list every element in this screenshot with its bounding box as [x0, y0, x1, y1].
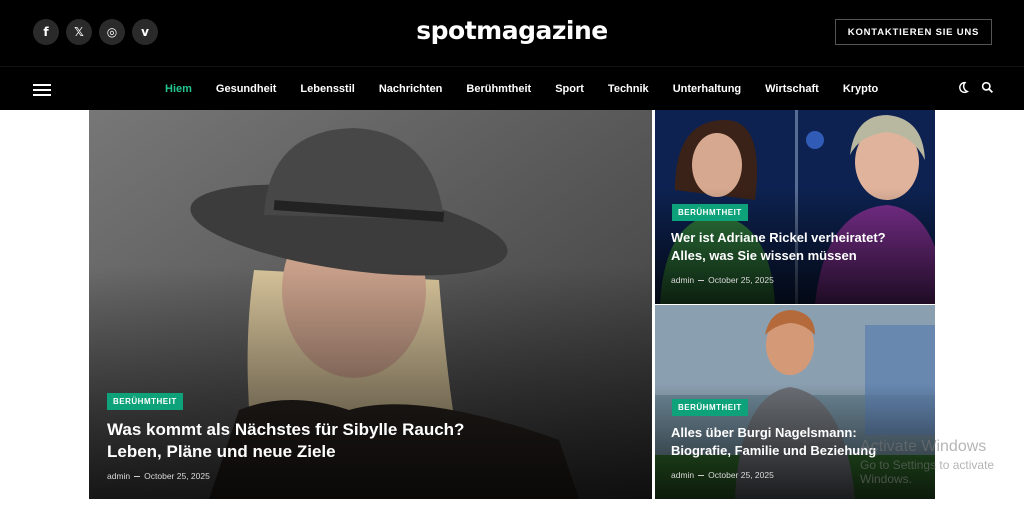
nav-item-gesundheit[interactable]: Gesundheit — [204, 83, 289, 95]
category-badge[interactable]: BERÜHMTHEIT — [672, 399, 748, 416]
contact-button[interactable]: KONTAKTIEREN SIE UNS — [835, 19, 992, 45]
nav-item-lebensstil[interactable]: Lebensstil — [288, 83, 366, 95]
nav-item-wirtschaft[interactable]: Wirtschaft — [753, 83, 831, 95]
featured-title[interactable]: Was kommt als Nächstes für Sibylle Rauch… — [107, 419, 464, 463]
featured-shade — [89, 265, 652, 499]
menu-icon[interactable] — [33, 84, 51, 99]
nav-menu: Hiem Gesundheit Lebensstil Nachrichten B… — [153, 83, 890, 95]
side-article-2-meta: admin October 25, 2025 — [671, 470, 774, 480]
post-date: October 25, 2025 — [708, 275, 774, 285]
side-article-1-meta: admin October 25, 2025 — [671, 275, 774, 285]
nav-item-technik[interactable]: Technik — [596, 83, 661, 95]
featured-meta: admin October 25, 2025 — [107, 471, 210, 481]
dark-mode-icon[interactable] — [956, 81, 969, 97]
nav-item-hiem[interactable]: Hiem — [153, 83, 204, 95]
nav-actions — [956, 81, 994, 97]
side-article-2-title[interactable]: Alles über Burgi Nagelsmann: Biografie, … — [671, 424, 876, 460]
post-date: October 25, 2025 — [708, 470, 774, 480]
nav-item-nachrichten[interactable]: Nachrichten — [367, 83, 455, 95]
author-name[interactable]: admin — [671, 470, 694, 480]
search-icon[interactable] — [981, 81, 994, 97]
nav-item-sport[interactable]: Sport — [543, 83, 596, 95]
nav-item-beruehmtheit[interactable]: Berühmtheit — [454, 83, 543, 95]
side-article-1-title[interactable]: Wer ist Adriane Rickel verheiratet? Alle… — [671, 229, 886, 265]
post-date: October 25, 2025 — [144, 471, 210, 481]
nav-item-unterhaltung[interactable]: Unterhaltung — [661, 83, 753, 95]
top-bar: f 𝕏 ◎ v spotmagazine KONTAKTIEREN SIE UN… — [0, 0, 1024, 66]
nav-item-krypto[interactable]: Krypto — [831, 83, 890, 95]
category-badge[interactable]: BERÜHMTHEIT — [672, 204, 748, 221]
activation-watermark: Activate Windows Go to Settings to activ… — [860, 438, 1024, 486]
featured-article[interactable]: BERÜHMTHEIT Was kommt als Nächstes für S… — [89, 110, 652, 499]
watermark-title: Activate Windows — [860, 438, 987, 455]
author-name[interactable]: admin — [671, 275, 694, 285]
side-article-1[interactable]: BERÜHMTHEIT Wer ist Adriane Rickel verhe… — [655, 110, 935, 304]
category-badge[interactable]: BERÜHMTHEIT — [107, 393, 183, 410]
watermark-subtitle: Go to Settings to activate Windows. — [860, 458, 995, 486]
main-navigation: Hiem Gesundheit Lebensstil Nachrichten B… — [0, 66, 1024, 110]
author-name[interactable]: admin — [107, 471, 130, 481]
